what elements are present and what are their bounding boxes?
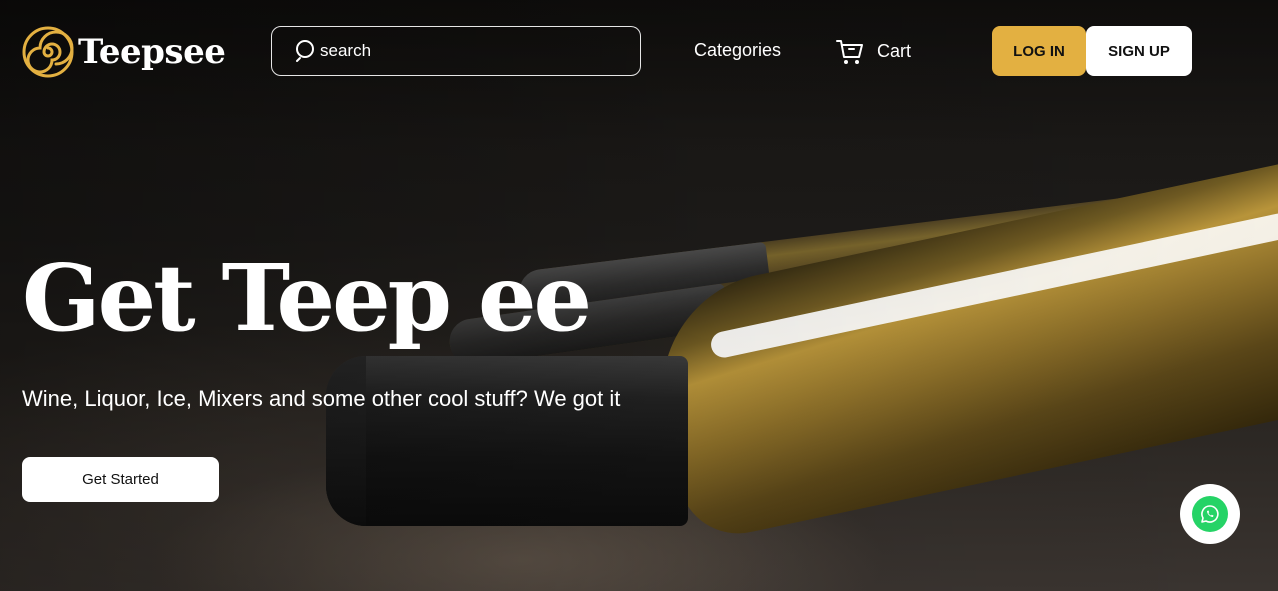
spiral-logo-icon [22, 26, 74, 78]
whatsapp-icon [1201, 505, 1219, 523]
cart-link[interactable]: Cart [835, 36, 911, 66]
cart-icon [836, 40, 863, 64]
search-icon [296, 40, 314, 62]
nav-categories-link[interactable]: Categories [694, 40, 781, 61]
signup-button[interactable]: SIGN UP [1086, 26, 1192, 76]
hero-subtitle: Wine, Liquor, Ice, Mixers and some other… [22, 386, 621, 411]
cart-label: Cart [877, 40, 912, 61]
search-bar[interactable] [271, 26, 641, 76]
brand-logo[interactable]: Teepsee [22, 26, 226, 78]
hero-title: Get Teep ee [22, 244, 592, 352]
brand-name: Teepsee [78, 32, 226, 72]
login-button[interactable]: LOG IN [992, 26, 1086, 76]
whatsapp-chat-button[interactable] [1180, 484, 1240, 544]
site-header: Teepsee Categories Cart LOG IN SIGN UP [0, 0, 1278, 100]
get-started-button[interactable]: Get Started [22, 457, 219, 502]
search-input[interactable] [320, 41, 620, 61]
